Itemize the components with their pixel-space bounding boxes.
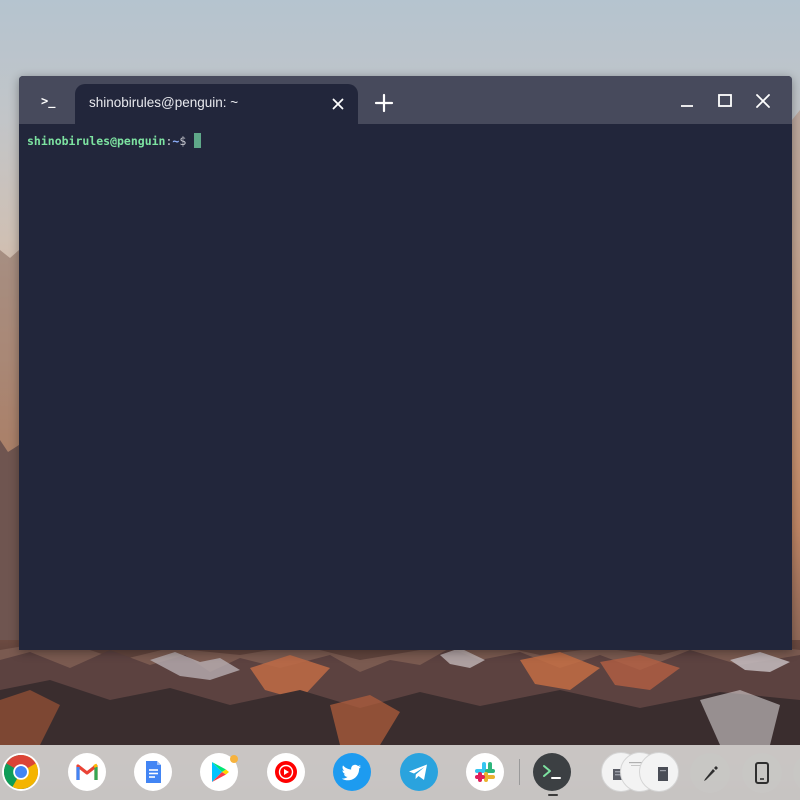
shelf-app-terminal[interactable] [533, 753, 571, 791]
twitter-icon [341, 764, 361, 781]
phone-hub-icon [755, 762, 769, 784]
shelf-app-youtube-music[interactable] [267, 753, 305, 791]
terminal-body[interactable]: shinobirules@penguin:~$ [19, 124, 792, 650]
window-controls [676, 90, 784, 112]
status-area-button[interactable] [793, 753, 800, 793]
close-window-icon[interactable] [752, 90, 774, 112]
title-bar[interactable]: >_ shinobirules@penguin: ~ [19, 76, 792, 124]
docs-icon [146, 761, 161, 783]
maximize-icon[interactable] [714, 90, 736, 112]
new-tab-icon[interactable] [373, 92, 395, 114]
terminal-app-icon: >_ [41, 94, 56, 108]
prompt-symbol: $ [179, 134, 187, 148]
chrome-icon [4, 755, 38, 789]
terminal-tab[interactable]: shinobirules@penguin: ~ [75, 84, 358, 124]
shelf-app-play-store[interactable] [200, 753, 238, 791]
shelf-app-chrome[interactable] [2, 753, 40, 791]
shelf [0, 745, 800, 800]
phone-hub-button[interactable] [742, 753, 782, 793]
play-store-icon [212, 755, 238, 782]
holding-space-thumbnail [639, 752, 679, 792]
text-cursor [194, 133, 202, 148]
shelf-app-gmail[interactable] [68, 753, 106, 791]
telegram-icon [409, 764, 427, 780]
file-preview-icon [658, 767, 668, 781]
shelf-app-telegram[interactable] [400, 753, 438, 791]
terminal-icon [543, 765, 561, 779]
gmail-icon [76, 763, 98, 780]
shelf-app-twitter[interactable] [333, 753, 371, 791]
shelf-app-slack[interactable] [466, 753, 504, 791]
shelf-app-docs[interactable] [134, 753, 172, 791]
slack-icon [475, 762, 495, 782]
close-tab-icon[interactable] [328, 94, 348, 114]
youtube-music-icon [275, 761, 297, 783]
prompt-user-host: shinobirules@penguin [27, 134, 166, 148]
active-app-indicator [548, 794, 558, 796]
shelf-divider [519, 759, 520, 785]
minimize-icon[interactable] [676, 90, 698, 112]
tab-title: shinobirules@penguin: ~ [89, 95, 239, 110]
holding-space[interactable] [601, 752, 679, 792]
prompt-line: shinobirules@penguin:~$ [27, 133, 202, 148]
terminal-window[interactable]: >_ shinobirules@penguin: ~ shinobirules@… [19, 76, 792, 650]
stylus-tools-icon [704, 766, 718, 781]
stylus-tools-button[interactable] [690, 753, 730, 793]
